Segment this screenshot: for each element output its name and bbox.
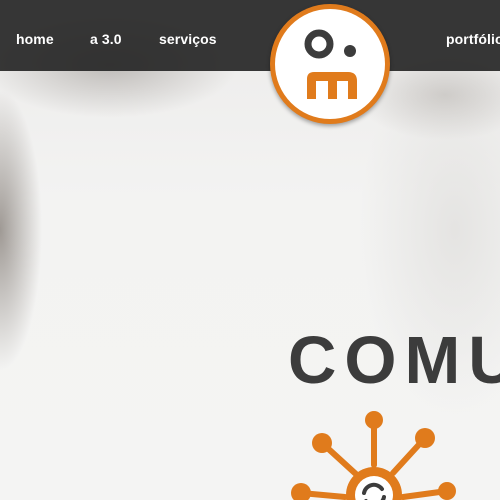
logo-badge bbox=[275, 9, 385, 119]
network-hub-icon bbox=[291, 411, 456, 500]
nav-a-3-0[interactable]: a 3.0 bbox=[90, 31, 122, 47]
navbar: home a 3.0 serviços portfólio bbox=[0, 0, 500, 71]
nav-servicos[interactable]: serviços bbox=[159, 31, 217, 47]
hero-title: COMU bbox=[288, 323, 500, 398]
om-logo-icon bbox=[304, 29, 357, 99]
nav-home[interactable]: home bbox=[16, 31, 54, 47]
logo[interactable] bbox=[270, 4, 390, 124]
nav-portfolio[interactable]: portfólio bbox=[446, 31, 500, 47]
